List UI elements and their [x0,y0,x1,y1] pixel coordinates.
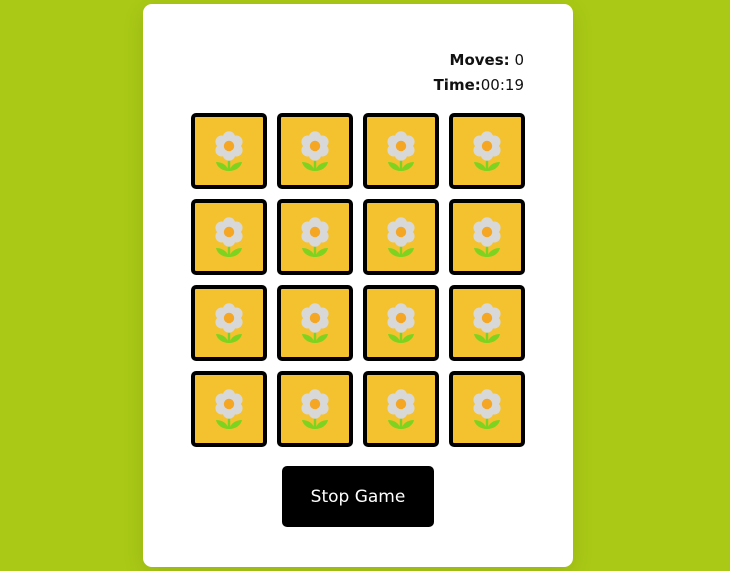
flower-icon [473,303,501,343]
stop-game-button[interactable]: Stop Game [282,466,434,527]
flower-icon [387,131,415,171]
memory-card[interactable] [363,371,439,447]
time-stat: Time:00:19 [434,73,524,98]
memory-card[interactable] [449,371,525,447]
flower-icon [473,389,501,429]
memory-card[interactable] [363,199,439,275]
memory-card[interactable] [449,113,525,189]
memory-card[interactable] [191,371,267,447]
time-value: 00:19 [480,76,524,94]
memory-card[interactable] [191,285,267,361]
flower-icon [215,389,243,429]
flower-icon [215,303,243,343]
memory-card[interactable] [277,199,353,275]
flower-icon [301,389,329,429]
stats-container: Moves: 0 Time:00:19 [434,48,524,98]
memory-card[interactable] [363,113,439,189]
flower-icon [301,131,329,171]
memory-card[interactable] [277,113,353,189]
card-grid [191,113,525,447]
time-label: Time: [433,76,481,94]
flower-icon [387,217,415,257]
memory-card[interactable] [277,285,353,361]
memory-card[interactable] [191,199,267,275]
game-panel: Moves: 0 Time:00:19 Stop Game [143,4,573,567]
memory-card[interactable] [449,199,525,275]
flower-icon [473,131,501,171]
flower-icon [215,217,243,257]
memory-card[interactable] [363,285,439,361]
flower-icon [387,303,415,343]
flower-icon [473,217,501,257]
moves-stat: Moves: 0 [434,48,524,73]
moves-label: Moves: [449,51,510,69]
memory-card[interactable] [191,113,267,189]
flower-icon [387,389,415,429]
memory-card[interactable] [277,371,353,447]
memory-card[interactable] [449,285,525,361]
flower-icon [215,131,243,171]
flower-icon [301,217,329,257]
flower-icon [301,303,329,343]
moves-value: 0 [514,51,524,69]
